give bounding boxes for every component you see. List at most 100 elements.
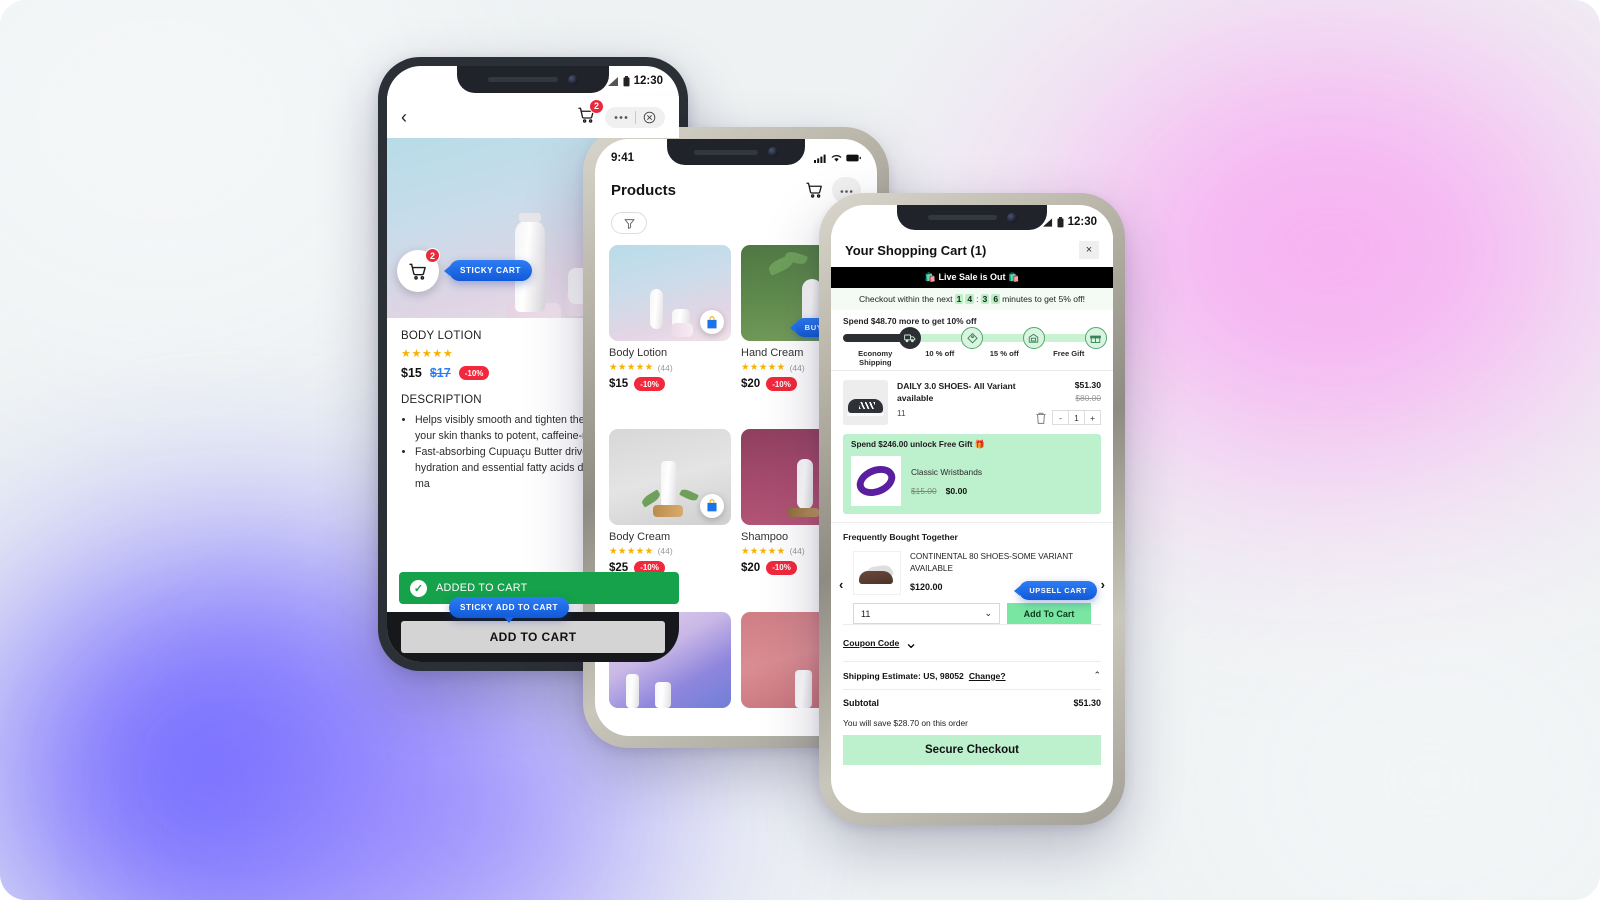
battery-icon [846,154,861,162]
milestone-15-percent-off[interactable] [1022,327,1045,349]
quantity-value[interactable]: 1 [1068,410,1085,425]
product-thumbnail [609,428,731,525]
milestone-label: 15 % off [989,349,1019,358]
product-rating: ★★★★★ (44) [609,546,731,557]
shipping-change-link[interactable]: Change? [969,671,1006,681]
product-price: $15 [609,378,629,390]
cart-icon[interactable]: 2 [577,98,604,129]
product-discount-badge: -10% [766,560,797,575]
shipping-estimate-row[interactable]: Shipping Estimate: US, 98052 Change? ⌃ [843,661,1101,689]
gift-icon [1090,335,1102,343]
product-card[interactable]: Body Lotion ★★★★★ (44) $15 -10% [609,245,731,419]
quick-add-button[interactable] [700,310,724,334]
ellipsis-icon[interactable] [614,115,628,120]
free-gift-block: Spend $246.00 unlock Free Gift 🎁 Classic… [843,434,1101,514]
add-to-cart-button[interactable]: ADD TO CART [401,621,665,653]
quantity-increase-button[interactable]: + [1084,410,1101,425]
fbt-prev-button[interactable]: ‹ [839,577,843,592]
product-price-row: $15 -10% [609,377,731,391]
cart-header: Your Shopping Cart (1) × [831,233,1113,267]
countdown-digit: 6 [991,294,1001,304]
product-price: $20 [741,378,761,390]
close-circle-icon[interactable] [643,111,656,124]
product-price: $15 [401,366,422,380]
cart-icon[interactable] [805,181,824,199]
rating-stars: ★★★★★ [741,545,786,557]
tooltip-pointer [789,322,796,333]
quantity-decrease-button[interactable]: - [1052,410,1069,425]
phone3-screen: 12:30 Your Shopping Cart (1) × 🛍️ Live S… [831,205,1113,813]
canvas: 12:30 ‹ 2 2 STICKY CART BODY LOTION ★★★★… [0,0,1600,900]
back-icon[interactable]: ‹ [401,108,407,126]
countdown-digit: 1 [954,294,964,304]
cart-body: DAILY 3.0 SHOES- All Variant available 1… [831,370,1113,813]
progress-track [843,327,1107,349]
secure-checkout-button[interactable]: Secure Checkout [843,735,1101,765]
cart-footer: Coupon Code ⌄ Shipping Estimate: US, 980… [831,624,1113,765]
shopping-bag-icon [707,315,717,328]
fbt-next-button[interactable]: › [1101,577,1105,592]
close-icon[interactable]: × [1079,241,1099,259]
coupon-code-label: Coupon Code [843,638,900,648]
page-title: Products [611,181,677,199]
countdown-suffix: minutes to get 5% off! [1002,294,1086,304]
tooltip-pointer [504,617,514,623]
status-time: 9:41 [611,152,635,164]
bottle-shape [655,682,672,709]
line-item-price: $51.30 [1074,380,1101,390]
status-right: 12:30 [607,75,663,87]
rating-stars: ★★★★★ [609,362,654,373]
trash-icon[interactable] [1034,411,1048,425]
countdown-digit: 4 [965,294,975,304]
phone2-notch [667,139,805,165]
tooltip-upsell-cart: UPSELL CART [1014,581,1097,600]
free-gift-heading: Spend $246.00 unlock Free Gift 🎁 [851,440,985,449]
sticky-cart-badge: 2 [425,248,440,263]
leaf-shape [678,487,699,503]
fbt-shoe-shape [859,571,893,584]
subtotal-value: $51.30 [1073,698,1101,708]
line-item-pricing: $51.30 $80.00 - 1 + [1034,380,1101,425]
fbt-variant-select[interactable]: 11 ⌄ [853,603,1000,624]
spend-threshold-text: Spend $48.70 more to get 10% off [843,316,977,326]
product-name: Body Lotion [609,347,668,359]
sale-icon [1029,333,1039,343]
subtotal-row: Subtotal $51.30 [843,689,1101,716]
quick-add-button[interactable] [700,493,724,518]
free-gift-prices: $15.00 $0.00 [911,486,982,496]
product-name: Body Cream [609,530,671,543]
status-time: 12:30 [633,75,663,87]
bottle-shape [797,458,814,509]
milestone-10-percent-off[interactable] [961,327,983,349]
fbt-variant-value: 11 [861,608,871,619]
milestone-economy-shipping[interactable] [899,327,922,349]
status-right [814,154,861,163]
product-price: $20 [741,561,761,574]
tooltip-pointer [1014,585,1021,596]
tooltip-sticky-cart: STICKY CART [444,260,532,281]
countdown-banner: Checkout within the next 1 4 : 3 6 minut… [831,288,1113,310]
product-rating: ★★★★★ (44) [609,362,731,373]
countdown-digit: 3 [980,294,990,304]
phone1-nav-actions: 2 [577,98,665,129]
bottle-shape [626,674,640,709]
phone3-notch [897,205,1047,230]
product-discount-badge: -10% [634,377,665,391]
tooltip-sticky-atc-label: STICKY ADD TO CART [460,603,558,612]
milestone-free-gift[interactable] [1084,327,1107,349]
milestone-label: 10 % off [925,349,955,358]
milestone-label: Free Gift [1053,349,1085,358]
cart-badge: 2 [589,98,604,114]
fbt-heading: Frequently Bought Together [843,532,958,542]
speaker-grille [694,149,758,155]
wood-base-shape [652,504,683,517]
cart-icon [409,263,426,280]
filter-button[interactable] [611,212,647,234]
sticky-cart-fab[interactable]: 2 [397,248,440,292]
front-camera [767,147,778,157]
rating-stars: ★★★★★ [609,545,654,557]
fbt-add-to-cart-button[interactable]: Add To Cart [1007,603,1091,624]
subtotal-label: Subtotal [843,698,879,708]
coupon-row[interactable]: Coupon Code ⌄ [843,624,1101,661]
fbt-item-name: CONTINENTAL 80 SHOES-SOME VARIANT AVAILA… [910,552,1074,574]
